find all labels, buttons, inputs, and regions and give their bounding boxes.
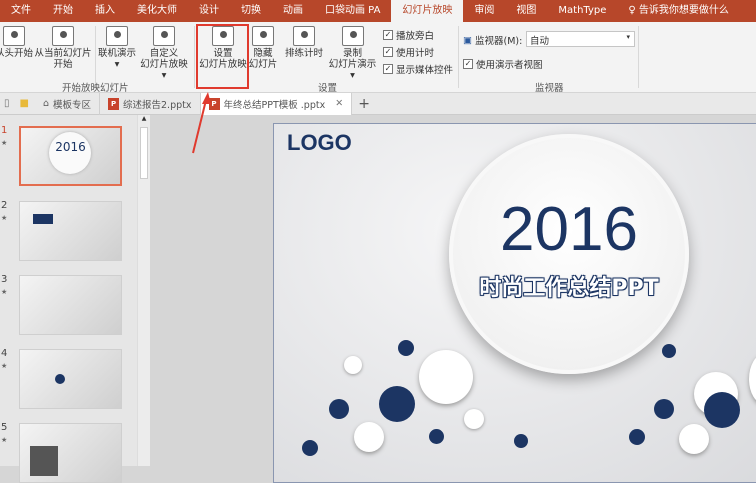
- annotation-arrow: [192, 92, 211, 154]
